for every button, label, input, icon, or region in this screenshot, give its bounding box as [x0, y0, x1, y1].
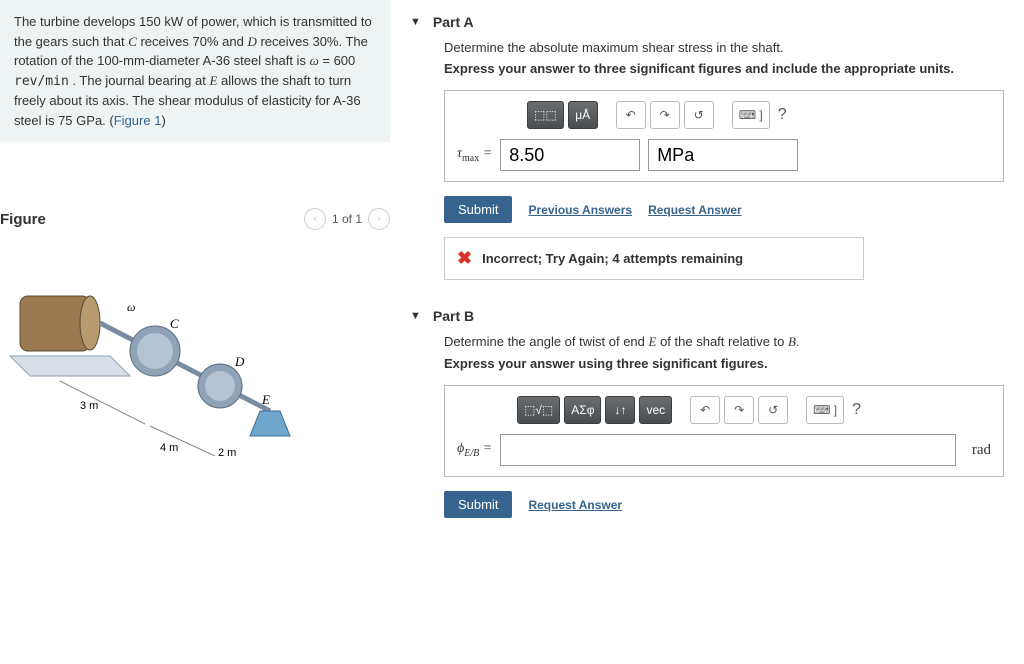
part-a-instructions: Express your answer to three significant…	[444, 61, 1004, 76]
incorrect-icon: ✖	[457, 248, 472, 269]
units-button[interactable]: μÅ	[568, 101, 598, 129]
figure-link[interactable]: Figure 1	[114, 113, 162, 128]
part-a-previous-answers-link[interactable]: Previous Answers	[528, 203, 632, 217]
undo-button[interactable]: ↶	[690, 396, 720, 424]
part-b-unit-label: rad	[972, 442, 991, 459]
svg-text:D: D	[234, 354, 245, 369]
part-b-request-answer-link[interactable]: Request Answer	[528, 498, 622, 512]
figure-prev-button[interactable]: ‹	[304, 208, 326, 230]
svg-text:C: C	[170, 316, 179, 331]
figure-diagram: C D E ω 3 m 4 m 2 m	[0, 256, 300, 456]
svg-text:E: E	[261, 392, 270, 407]
greek-button[interactable]: ΑΣφ	[564, 396, 601, 424]
sort-button[interactable]: ↓↑	[605, 396, 635, 424]
templates-button[interactable]: ⬚√⬚	[517, 396, 560, 424]
caret-down-icon: ▼	[410, 16, 421, 28]
redo-button[interactable]: ↷	[724, 396, 754, 424]
part-a-answer-label: τmax =	[457, 146, 492, 164]
part-b-title: Part B	[433, 308, 474, 324]
part-b-value-input[interactable]	[500, 434, 956, 466]
svg-text:2 m: 2 m	[218, 447, 236, 456]
reset-button[interactable]: ↺	[684, 101, 714, 129]
redo-button[interactable]: ↷	[650, 101, 680, 129]
part-b-prompt: Determine the angle of twist of end E of…	[444, 334, 1004, 350]
part-b-submit-button[interactable]: Submit	[444, 491, 512, 518]
figure-counter: 1 of 1	[332, 212, 362, 226]
part-b-answer-label: ϕE/B =	[457, 441, 492, 459]
part-b-instructions: Express your answer using three signific…	[444, 356, 1004, 371]
help-button[interactable]: ?	[848, 401, 865, 419]
svg-text:3 m: 3 m	[80, 400, 98, 412]
keyboard-button[interactable]: ⌨ ]	[806, 396, 844, 424]
svg-text:ω: ω	[127, 300, 135, 314]
part-a-header[interactable]: ▼ Part A	[410, 14, 1004, 30]
help-button[interactable]: ?	[774, 106, 791, 124]
svg-text:4 m: 4 m	[160, 442, 178, 454]
templates-button[interactable]: ⬚⬚	[527, 101, 564, 129]
part-a-feedback: ✖ Incorrect; Try Again; 4 attempts remai…	[444, 237, 864, 280]
keyboard-button[interactable]: ⌨ ]	[732, 101, 770, 129]
undo-button[interactable]: ↶	[616, 101, 646, 129]
part-b-header[interactable]: ▼ Part B	[410, 308, 1004, 324]
reset-button[interactable]: ↺	[758, 396, 788, 424]
caret-down-icon: ▼	[410, 310, 421, 322]
part-a-answer-box: ⬚⬚ μÅ ↶ ↷ ↺ ⌨ ] ? τmax =	[444, 90, 1004, 182]
figure-next-button[interactable]: ›	[368, 208, 390, 230]
part-a-submit-button[interactable]: Submit	[444, 196, 512, 223]
part-a-unit-input[interactable]	[648, 139, 798, 171]
figure-title: Figure	[0, 211, 46, 228]
part-a-prompt: Determine the absolute maximum shear str…	[444, 40, 1004, 55]
part-a-title: Part A	[433, 14, 474, 30]
problem-statement: The turbine develops 150 kW of power, wh…	[0, 0, 390, 142]
part-a-request-answer-link[interactable]: Request Answer	[648, 203, 742, 217]
part-a-value-input[interactable]	[500, 139, 640, 171]
vec-button[interactable]: vec	[639, 396, 672, 424]
part-b-answer-box: ⬚√⬚ ΑΣφ ↓↑ vec ↶ ↷ ↺ ⌨ ] ? ϕE/B =	[444, 385, 1004, 477]
